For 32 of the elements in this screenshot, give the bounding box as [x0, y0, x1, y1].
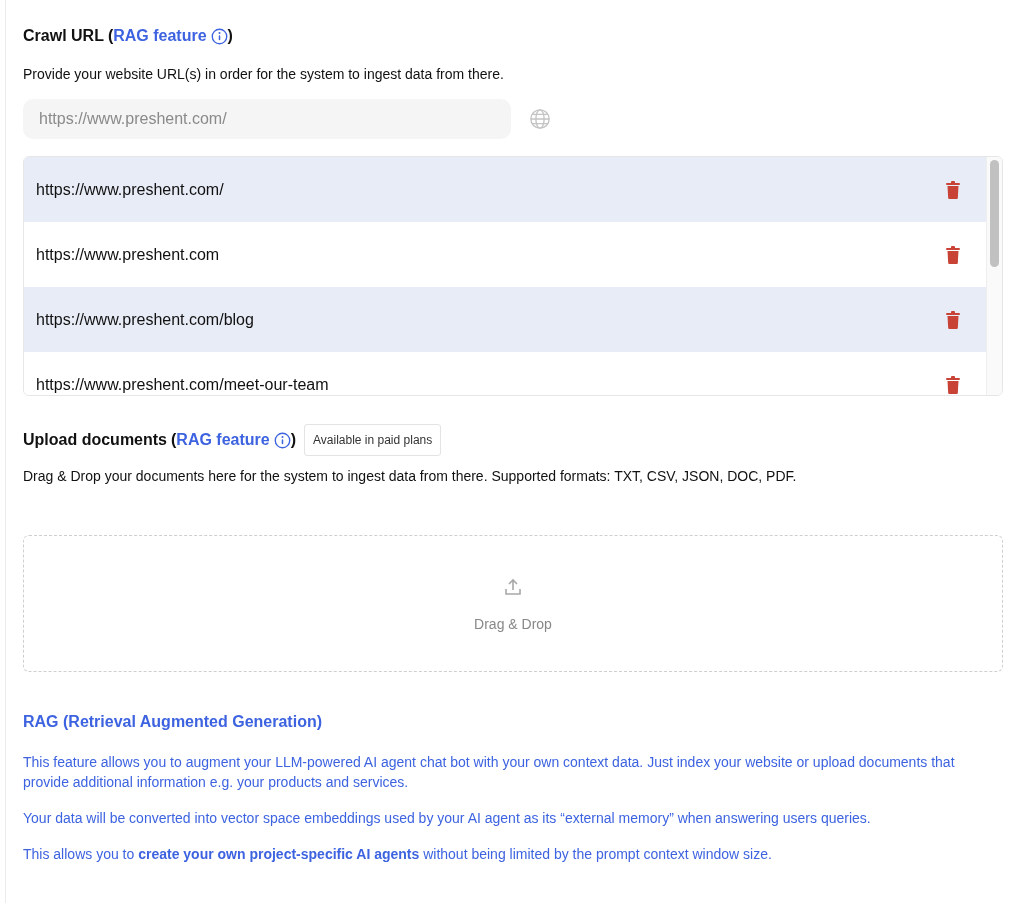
- paid-plans-badge: Available in paid plans: [304, 424, 442, 456]
- url-text: https://www.preshent.com: [36, 244, 220, 265]
- url-input-field[interactable]: https://www.preshent.com/: [23, 99, 511, 139]
- trash-icon[interactable]: [946, 245, 960, 264]
- crawl-description: Provide your website URL(s) in order for the system to ingest data from there.: [23, 65, 505, 84]
- rag-title: RAG (Retrieval Augmented Generation): [23, 712, 323, 732]
- url-row[interactable]: https://www.preshent.com/: [24, 157, 986, 222]
- info-icon[interactable]: [273, 431, 291, 449]
- dropzone[interactable]: Drag & Drop: [23, 535, 1003, 672]
- scrollbar-thumb[interactable]: [990, 160, 999, 267]
- upload-description: Drag & Drop your documents here for the system to ingest data from there. Supported formats: TXT, CSV, JSON, DOC, PDF.: [23, 467, 798, 486]
- trash-icon[interactable]: [946, 310, 960, 329]
- rag-paragraph: Your data will be converted into vector space embeddings used by your AI agent as its “external memory” when answering users queries.: [23, 809, 872, 828]
- paren: (: [107, 26, 114, 46]
- paren: (: [171, 430, 177, 450]
- section-title: Crawl URL: [23, 26, 104, 46]
- rag-paragraph: This allows you to create your own project-specific AI agents without being limited by the prompt context window size.: [23, 845, 773, 864]
- url-text: https://www.preshent.com/blog: [36, 309, 254, 330]
- paren: ): [290, 430, 297, 450]
- trash-icon[interactable]: [946, 375, 960, 394]
- paren: ): [227, 26, 233, 46]
- rag-feature-link[interactable]: RAG feature: [113, 24, 207, 48]
- dropzone-label: Drag & Drop: [474, 615, 552, 634]
- rag-paragraph: This feature allows you to augment your LLM-powered AI agent chat bot with your own context data. Just index your website or upload documents that provide additional information e.g. your products and services.: [23, 753, 956, 792]
- url-text: https://www.preshent.com/meet-our-team: [36, 374, 329, 395]
- info-icon[interactable]: [210, 27, 228, 45]
- upload-icon: [504, 578, 522, 596]
- section-title: Upload documents: [23, 430, 167, 450]
- trash-icon[interactable]: [946, 180, 960, 199]
- url-row[interactable]: https://www.preshent.com/blog: [24, 287, 986, 352]
- url-text: https://www.preshent.com/: [36, 179, 224, 200]
- rag-feature-link[interactable]: RAG feature: [176, 428, 270, 452]
